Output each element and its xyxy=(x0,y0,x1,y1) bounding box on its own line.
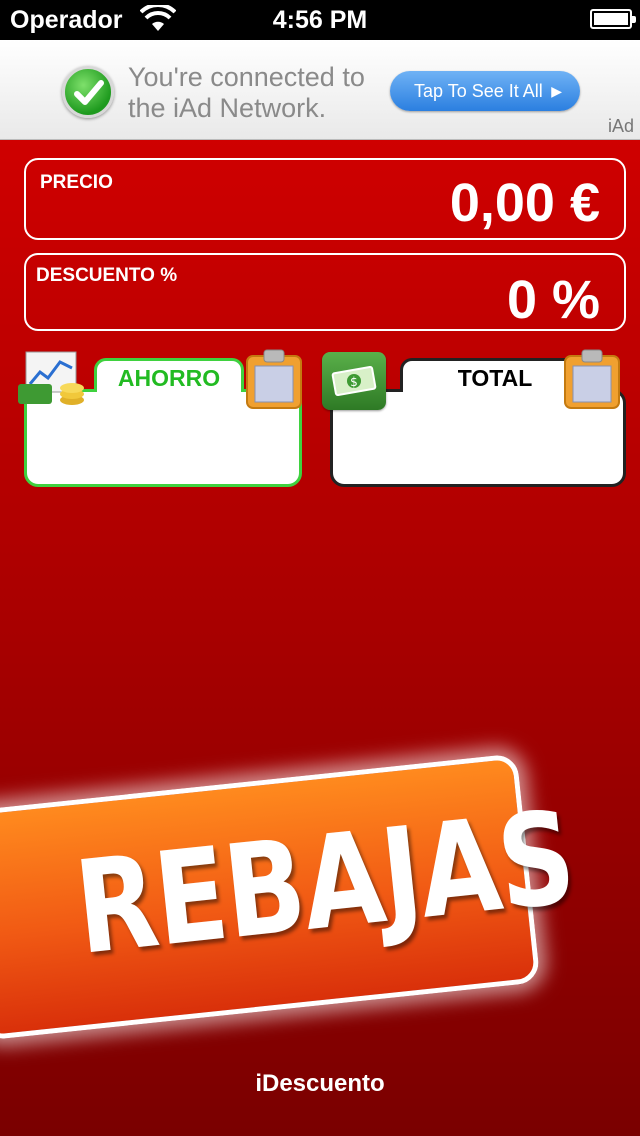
app-name: iDescuento xyxy=(255,1070,385,1097)
descuento-value: 0 % xyxy=(506,270,600,330)
rebajas-text: REBAJAS xyxy=(68,783,580,984)
iad-logo: iAd xyxy=(607,116,634,136)
ad-message: You're connected to the iAd Network. xyxy=(128,62,365,123)
chevron-right-icon: ▶ xyxy=(551,83,562,99)
money-icon: $ xyxy=(322,352,386,410)
main-panel: PRECIO 0,00 € DESCUENTO % 0 % AHORRO TOT… xyxy=(0,140,640,1136)
total-clipboard-icon[interactable] xyxy=(563,348,621,410)
ahorro-label: AHORRO xyxy=(94,358,244,392)
svg-text:$: $ xyxy=(350,375,358,389)
iad-banner[interactable]: You're connected to the iAd Network. Tap… xyxy=(0,40,640,140)
total-label: TOTAL xyxy=(400,358,590,392)
descuento-field[interactable]: DESCUENTO % 0 % xyxy=(24,253,626,331)
descuento-label: DESCUENTO % xyxy=(36,265,178,286)
battery-icon xyxy=(590,9,636,29)
status-bar: Operador 4:56 PM xyxy=(0,0,640,40)
precio-label: PRECIO xyxy=(40,172,113,193)
precio-field[interactable]: PRECIO 0,00 € xyxy=(24,158,626,240)
clock: 4:56 PM xyxy=(272,6,368,34)
precio-value: 0,00 € xyxy=(449,173,600,233)
rebajas-banner: REBAJAS xyxy=(0,753,580,1041)
ahorro-clipboard-icon[interactable] xyxy=(245,348,303,410)
tap-to-see-label: Tap To See It All xyxy=(414,81,543,101)
tap-to-see-button[interactable]: Tap To See It All ▶ xyxy=(390,71,580,111)
chart-coins-icon xyxy=(18,351,84,405)
checkmark-icon xyxy=(62,66,114,118)
